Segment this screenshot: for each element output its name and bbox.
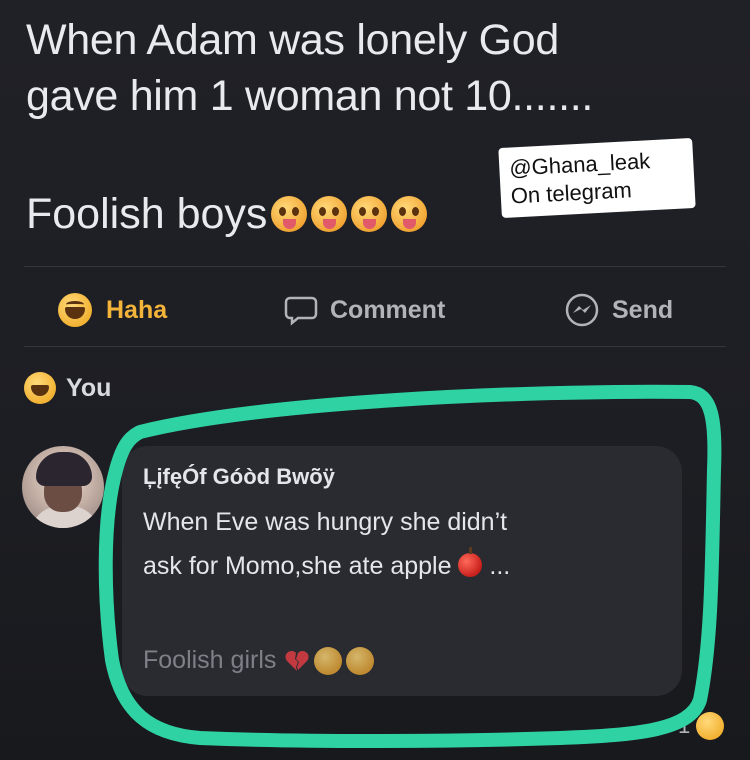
comment-label: Comment bbox=[330, 295, 446, 324]
comment-ellipsis[interactable]: ... bbox=[489, 552, 510, 580]
you-label: You bbox=[66, 373, 112, 402]
post-line-3: Foolish boys bbox=[26, 186, 428, 242]
divider bbox=[24, 346, 726, 347]
haha-reaction-button[interactable]: Haha bbox=[58, 288, 167, 332]
post-text: When Adam was lonely God gave him 1 woma… bbox=[26, 12, 716, 124]
screenshot: When Adam was lonely God gave him 1 woma… bbox=[0, 0, 750, 760]
comment-icon bbox=[284, 296, 318, 326]
watermark-label: @Ghana_leak On telegram bbox=[498, 137, 696, 219]
haha-icon bbox=[696, 712, 725, 740]
post-line-2: gave him 1 woman not 10....... bbox=[26, 72, 594, 120]
apple-icon bbox=[458, 547, 483, 577]
sad-face-icon bbox=[314, 646, 343, 675]
zany-face-icon bbox=[311, 196, 348, 232]
zany-face-icon bbox=[271, 196, 308, 232]
send-button[interactable]: Send bbox=[564, 288, 673, 332]
haha-label: Haha bbox=[106, 295, 168, 324]
comment-text: When Eve was hungry she didn’t ask for M… bbox=[143, 500, 663, 588]
reaction-count: 1 bbox=[678, 713, 691, 738]
post-line-1: When Adam was lonely God bbox=[26, 16, 559, 64]
crying-face-icon bbox=[346, 646, 375, 675]
send-label: Send bbox=[612, 295, 674, 324]
divider bbox=[24, 266, 726, 267]
comment-line-2: ask for Momo,she ate apple ... bbox=[143, 544, 663, 588]
comment-line-2-text: ask for Momo,she ate apple bbox=[143, 552, 452, 580]
comment-line-1: When Eve was hungry she didn’t bbox=[143, 508, 508, 536]
comment-line-3-text: Foolish girls bbox=[143, 646, 277, 674]
post-line-3-text: Foolish boys bbox=[26, 190, 268, 238]
zany-face-icon bbox=[351, 196, 388, 232]
avatar[interactable] bbox=[22, 446, 104, 528]
comment-reaction-count[interactable]: 1 bbox=[678, 712, 725, 740]
zany-face-icon bbox=[391, 196, 428, 232]
haha-icon bbox=[58, 293, 92, 327]
messenger-icon bbox=[565, 293, 599, 327]
comment-button[interactable]: Comment bbox=[284, 288, 445, 332]
comment-line-3: Foolish girls bbox=[143, 646, 375, 675]
action-bar: Haha Comment Send bbox=[0, 280, 750, 338]
haha-icon bbox=[24, 372, 56, 404]
broken-heart-icon bbox=[285, 650, 309, 671]
reaction-summary[interactable]: You bbox=[24, 372, 111, 404]
comment-author[interactable]: ĻįfęÓf Góòd Bwõÿ bbox=[143, 464, 335, 490]
